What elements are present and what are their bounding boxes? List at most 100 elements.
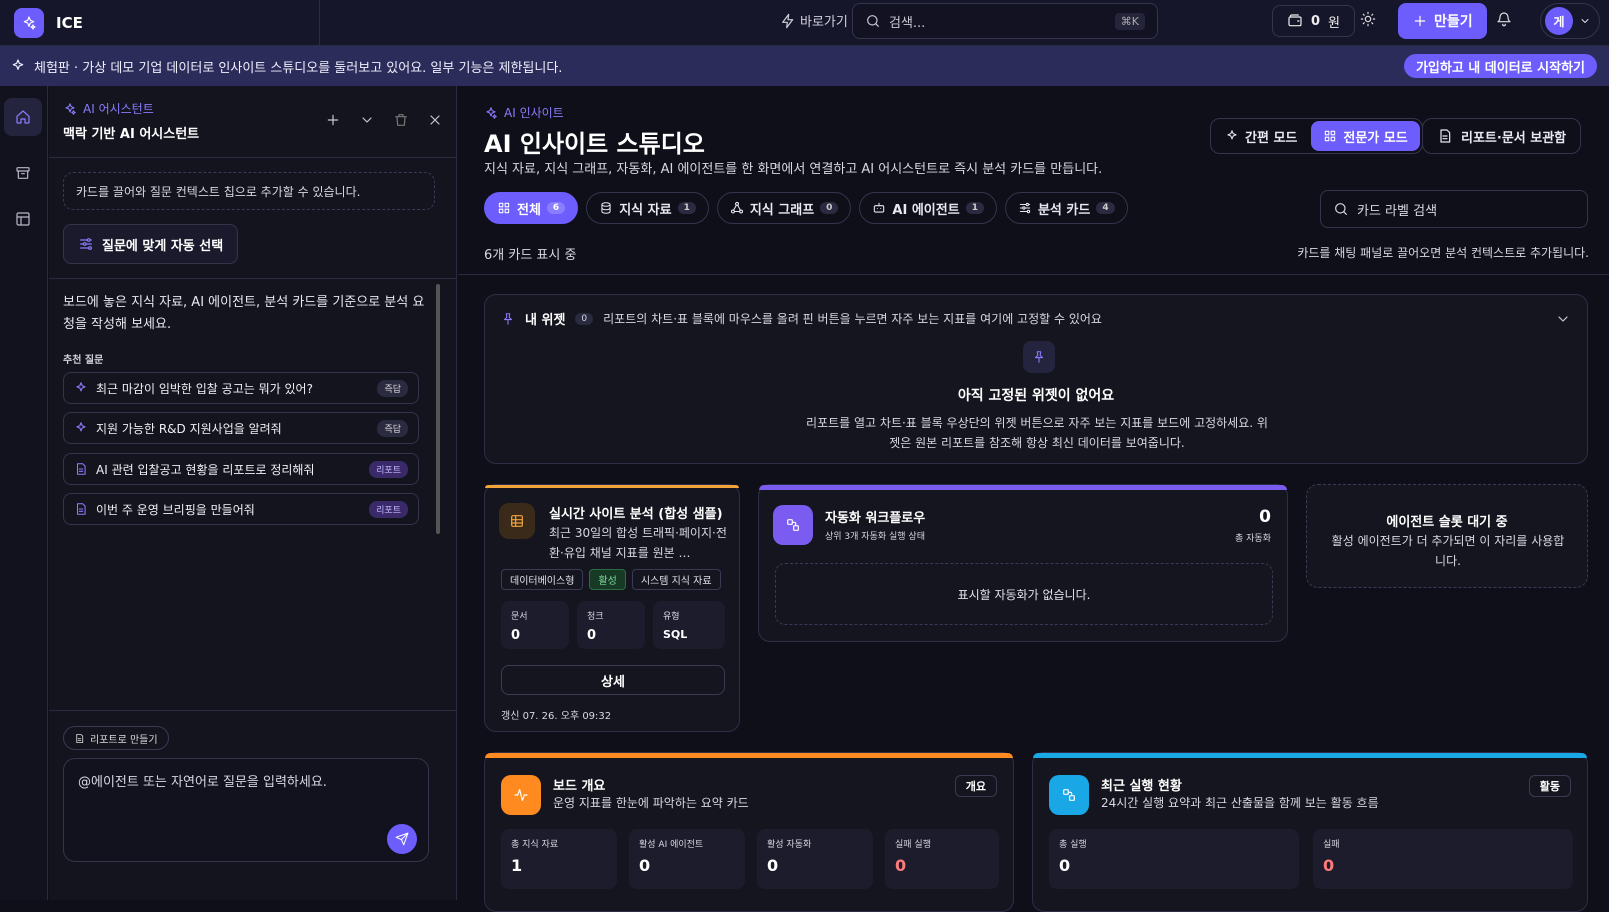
sparkle-icon bbox=[12, 59, 24, 70]
chevron-down-icon bbox=[1581, 19, 1589, 23]
stat-value: 0 bbox=[1059, 856, 1071, 875]
agent-slot-card: 에이전트 슬롯 대기 중 활성 에이전트가 더 추가되면 이 자리를 사용합니다… bbox=[1306, 484, 1588, 588]
layout-icon[interactable] bbox=[4, 200, 42, 238]
widgets-hint: 리포트의 차트·표 블록에 마우스를 올려 핀 버튼을 누르면 자주 보는 지표… bbox=[603, 312, 1102, 326]
board-overview-card[interactable]: 보드 개요 운영 지표를 한눈에 파악하는 요약 카드 개요 총 지식 자료 1… bbox=[484, 752, 1014, 912]
filter-agents[interactable]: AI 에이전트 1 bbox=[859, 192, 997, 224]
suggestion-text: AI 관련 입찰공고 현황을 리포트로 정리해줘 bbox=[96, 462, 315, 477]
filter-knowledge[interactable]: 지식 자료 1 bbox=[586, 192, 709, 224]
simple-mode-button[interactable]: 간편 모드 bbox=[1213, 121, 1309, 151]
trial-banner-text: 체험판 · 가상 데모 기업 데이터로 인사이트 스튜디오를 둘러보고 있어요.… bbox=[34, 60, 563, 76]
card-title: 자동화 워크플로우 bbox=[825, 511, 926, 526]
filter-label: 지식 자료 bbox=[619, 202, 672, 218]
global-search-input[interactable]: 검색... ⌘K bbox=[852, 3, 1158, 39]
sparkle-icon bbox=[65, 102, 76, 115]
table-icon bbox=[499, 503, 535, 539]
make-button[interactable]: 만들기 bbox=[1398, 3, 1487, 39]
filter-all[interactable]: 전체 6 bbox=[484, 192, 579, 224]
stat-value: SQL bbox=[663, 628, 688, 641]
pin-icon bbox=[1023, 341, 1055, 373]
sparkle-icon bbox=[1227, 130, 1237, 140]
stat-value: 0 bbox=[895, 856, 907, 875]
grid-icon bbox=[1325, 130, 1336, 142]
stat-type: 유형 SQL bbox=[653, 601, 725, 649]
card-filter-tabs: 전체 6 지식 자료 1 지식 그래프 0 AI 에이전트 1 분석 카드 4 bbox=[484, 192, 1128, 224]
user-menu[interactable]: 게 bbox=[1540, 3, 1600, 39]
recent-runs-card[interactable]: 최근 실행 현황 24시간 실행 요약과 최근 산출물을 함께 보는 활동 흐름… bbox=[1032, 752, 1588, 912]
stat-chunks: 청크 0 bbox=[577, 601, 645, 649]
suggestion-item[interactable]: 이번 주 운영 브리핑을 만들어줘 리포트 bbox=[63, 493, 419, 525]
context-drop-zone[interactable]: 카드를 끌어와 질문 컨텍스트 칩으로 추가할 수 있습니다. bbox=[63, 172, 435, 210]
stat-value: 0 bbox=[511, 628, 521, 643]
filter-count: 4 bbox=[1096, 202, 1115, 214]
card-title: 보드 개요 bbox=[553, 779, 606, 794]
credit-value: 0 bbox=[1311, 13, 1321, 29]
stat-value: 0 bbox=[587, 628, 597, 643]
sparkle-logo-icon bbox=[14, 7, 44, 38]
search-icon bbox=[867, 15, 879, 27]
scrollbar-thumb[interactable] bbox=[436, 284, 440, 534]
main-content: AI 인사이트 AI 인사이트 스튜디오 지식 자료, 지식 그래프, 자동화,… bbox=[458, 86, 1609, 912]
detail-button[interactable]: 상세 bbox=[501, 665, 725, 695]
filter-analysis-cards[interactable]: 분석 카드 4 bbox=[1004, 192, 1128, 224]
signup-cta-button[interactable]: 가입하고 내 데이터로 시작하기 bbox=[1403, 54, 1597, 78]
filter-count: 0 bbox=[820, 202, 839, 214]
document-icon bbox=[76, 463, 86, 475]
assistant-intro: 보드에 놓은 지식 자료, AI 에이전트, 분석 카드를 기준으로 분석 요청… bbox=[63, 295, 425, 332]
suggestion-tag: 리포트 bbox=[369, 460, 408, 478]
make-report-chip[interactable]: 리포트로 만들기 bbox=[63, 726, 169, 750]
document-icon bbox=[1440, 129, 1451, 143]
assistant-eyebrow-text: AI 어시스턴트 bbox=[83, 102, 154, 116]
assistant-scrollbar[interactable] bbox=[435, 276, 441, 714]
chevron-down-icon[interactable] bbox=[1555, 311, 1571, 327]
card-title: 최근 실행 현황 bbox=[1101, 779, 1182, 794]
suggestion-item[interactable]: AI 관련 입찰공고 현황을 리포트로 정리해줘 리포트 bbox=[63, 453, 419, 485]
automation-workflow-card[interactable]: 자동화 워크플로우 상위 3개 자동화 실행 상태 0 총 자동화 표시할 자동… bbox=[758, 484, 1288, 642]
card-accent bbox=[759, 485, 1287, 490]
theme-toggle-sun-icon[interactable] bbox=[1360, 11, 1376, 27]
suggestion-text: 최근 마감이 임박한 입찰 공고는 뭐가 있어? bbox=[96, 381, 313, 396]
filter-graph[interactable]: 지식 그래프 0 bbox=[716, 192, 852, 224]
status-badge: 활성 bbox=[589, 569, 626, 590]
suggestion-item[interactable]: 최근 마감이 임박한 입찰 공고는 뭐가 있어? 즉답 bbox=[63, 372, 419, 404]
site-analysis-card[interactable]: 실시간 사이트 분석 (합성 샘플) 최근 30일의 합성 트래픽·페이지·전환… bbox=[484, 484, 740, 732]
filter-count: 1 bbox=[965, 202, 984, 214]
shortcut-button[interactable]: 바로가기 bbox=[780, 11, 848, 30]
report-archive-button[interactable]: 리포트·문서 보관함 bbox=[1422, 118, 1582, 154]
sliders-icon bbox=[80, 238, 92, 250]
trash-icon[interactable] bbox=[393, 112, 409, 128]
suggestion-item[interactable]: 지원 가능한 R&D 지원사업을 알려줘 즉답 bbox=[63, 412, 419, 444]
assistant-title: 맥락 기반 AI 어시스턴트 bbox=[63, 127, 200, 142]
card-accent bbox=[485, 753, 1013, 758]
credit-balance-button[interactable]: 0 원 bbox=[1272, 5, 1356, 37]
widgets-title: 내 위젯 bbox=[525, 313, 566, 328]
archive-icon[interactable] bbox=[4, 154, 42, 192]
chevron-down-icon[interactable] bbox=[359, 112, 375, 128]
plus-icon[interactable] bbox=[325, 112, 341, 128]
widgets-header[interactable]: 내 위젯 0 리포트의 차트·표 블록에 마우스를 올려 핀 버튼을 누르면 자… bbox=[501, 309, 1102, 328]
brand[interactable]: ICE bbox=[0, 0, 320, 46]
close-icon[interactable] bbox=[427, 112, 443, 128]
chat-composer-input[interactable]: @에이전트 또는 자연어로 질문을 입력하세요. bbox=[63, 758, 429, 862]
notification-bell-icon[interactable] bbox=[1496, 11, 1512, 27]
stat-total-runs: 총 실행 0 bbox=[1049, 829, 1299, 889]
simple-mode-label: 간편 모드 bbox=[1245, 130, 1298, 146]
send-button[interactable] bbox=[387, 824, 417, 854]
label-search-placeholder: 카드 라벨 검색 bbox=[1357, 203, 1438, 219]
stat-label: 총 지식 자료 bbox=[511, 840, 559, 850]
home-icon[interactable] bbox=[4, 98, 42, 136]
card-label-search-input[interactable]: 카드 라벨 검색 bbox=[1320, 190, 1588, 228]
stat-label: 활성 AI 에이전트 bbox=[639, 840, 704, 850]
stat-label: 청크 bbox=[587, 612, 604, 622]
filter-label: 전체 bbox=[517, 202, 541, 218]
auto-select-button[interactable]: 질문에 맞게 자동 선택 bbox=[63, 224, 239, 264]
filter-count: 1 bbox=[677, 202, 696, 214]
card-desc: 상위 3개 자동화 실행 상태 bbox=[825, 532, 925, 542]
workflow-icon bbox=[1049, 775, 1089, 815]
updated-timestamp: 갱신 07. 26. 오후 09:32 bbox=[501, 711, 612, 722]
expert-mode-button[interactable]: 전문가 모드 bbox=[1311, 121, 1420, 151]
suggestions-label: 추천 질문 bbox=[63, 355, 104, 366]
assistant-header: AI 어시스턴트 맥락 기반 AI 어시스턴트 bbox=[49, 86, 457, 158]
main-eyebrow-text: AI 인사이트 bbox=[504, 106, 564, 120]
workflow-icon bbox=[773, 505, 813, 545]
